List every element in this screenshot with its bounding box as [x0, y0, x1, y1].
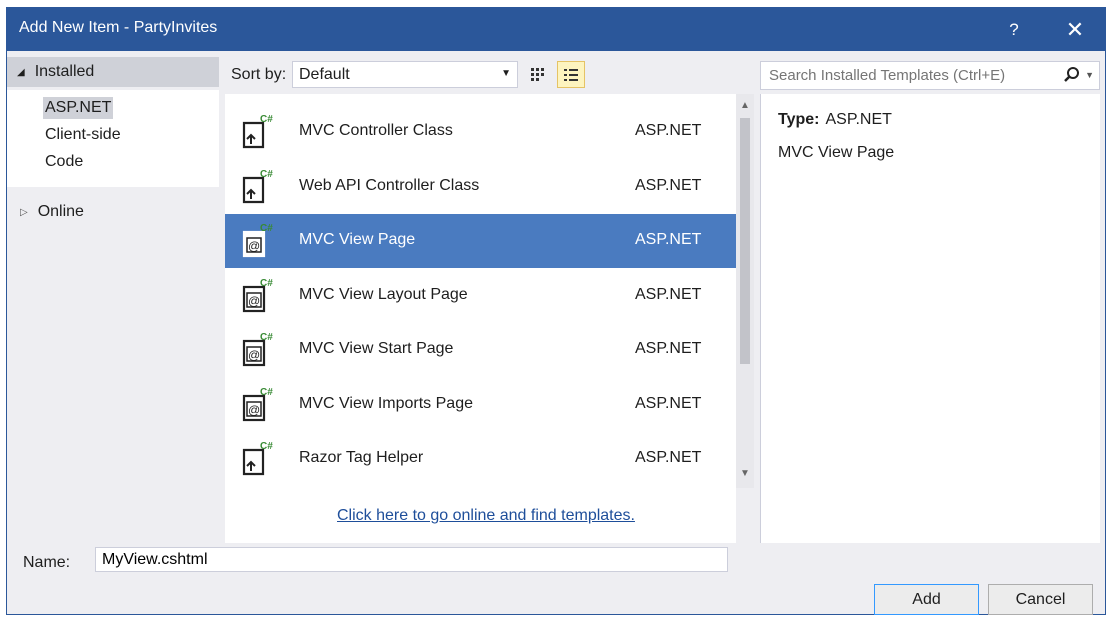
small-icons-view-button[interactable] — [524, 61, 552, 88]
template-type: Type: ASP.NET — [778, 111, 892, 129]
tree-node-online[interactable]: ▷ Online — [7, 199, 219, 225]
tree-item-code[interactable]: Code — [43, 151, 85, 173]
sort-by-label: Sort by: — [231, 66, 287, 83]
collapsed-arrow-icon[interactable]: ▷ — [20, 207, 28, 218]
controller-icon: C# — [237, 113, 277, 153]
template-row[interactable]: @ C# MVC View Imports Page ASP.NET — [225, 378, 736, 432]
tree-item-aspnet[interactable]: ASP.NET — [43, 97, 114, 119]
installed-children: ASP.NET Client-side Code — [7, 90, 219, 187]
svg-text:@: @ — [248, 294, 260, 308]
template-category: ASP.NET — [635, 285, 702, 303]
template-row[interactable]: @ C# MVC View Page ASP.NET — [225, 214, 736, 268]
template-category: ASP.NET — [635, 340, 702, 357]
scroll-down-arrow-icon[interactable]: ▼ — [740, 468, 750, 479]
close-button[interactable]: ✕ — [1055, 8, 1095, 51]
sort-by-value: Default — [299, 65, 350, 83]
scroll-thumb[interactable] — [740, 118, 750, 364]
type-label: Type: — [778, 111, 820, 128]
scroll-up-arrow-icon[interactable]: ▲ — [740, 100, 750, 111]
svg-text:C#: C# — [260, 278, 273, 289]
svg-text:C#: C# — [260, 223, 273, 234]
name-field[interactable] — [95, 547, 728, 572]
template-name: MVC View Page — [299, 231, 416, 248]
template-category: ASP.NET — [635, 231, 702, 248]
tree-node-installed[interactable]: ◢ Installed — [7, 57, 219, 87]
template-list: C# MVC Controller Class ASP.NET C# Web API C… — [225, 94, 736, 543]
template-name: MVC View Start Page — [299, 340, 454, 357]
grid-view-icon — [531, 67, 544, 81]
template-name: MVC Controller Class — [299, 122, 453, 139]
help-button[interactable]: ? — [994, 8, 1034, 51]
chevron-down-icon[interactable]: ▼ — [1085, 70, 1094, 80]
tree-item-client-side[interactable]: Client-side — [43, 124, 123, 146]
template-name: Web API Controller Class — [299, 176, 480, 194]
template-category: ASP.NET — [635, 394, 702, 412]
category-pane: ◢ Installed ASP.NET Client-side Code ▷ O… — [7, 51, 219, 544]
window-title: Add New Item - PartyInvites — [19, 19, 218, 36]
list-view-button[interactable] — [557, 61, 585, 88]
svg-text:@: @ — [248, 403, 260, 417]
svg-text:C#: C# — [260, 169, 273, 180]
cancel-button[interactable]: Cancel — [988, 584, 1093, 615]
razor-page-icon: @ C# — [237, 331, 277, 371]
template-row[interactable]: @ C# MVC View Layout Page ASP.NET — [225, 269, 736, 323]
razor-page-icon: @ C# — [237, 386, 277, 426]
add-button[interactable]: Add — [874, 584, 979, 615]
svg-text:C#: C# — [260, 332, 273, 343]
svg-text:@: @ — [248, 348, 260, 362]
svg-text:C#: C# — [260, 441, 273, 452]
template-row[interactable]: C# Web API Controller Class ASP.NET — [225, 160, 736, 214]
tree-node-label: Online — [37, 203, 84, 220]
search-input[interactable] — [767, 66, 1061, 85]
chevron-down-icon: ▼ — [501, 68, 511, 79]
search-icon[interactable] — [1063, 66, 1081, 84]
razor-page-icon: @ C# — [237, 277, 277, 317]
type-value: ASP.NET — [825, 111, 892, 128]
template-row[interactable]: @ C# MVC View Start Page ASP.NET — [225, 323, 736, 377]
template-category: ASP.NET — [635, 449, 702, 466]
svg-text:C#: C# — [260, 114, 273, 125]
expanded-arrow-icon[interactable]: ◢ — [17, 67, 25, 78]
template-category: ASP.NET — [635, 176, 702, 194]
template-category: ASP.NET — [635, 122, 702, 139]
tree-node-label: Installed — [34, 63, 95, 80]
name-label: Name: — [23, 554, 71, 571]
add-new-item-dialog: Add New Item - PartyInvites ? ✕ ◢ Instal… — [6, 7, 1106, 615]
svg-text:C#: C# — [260, 387, 273, 398]
controller-icon: C# — [237, 168, 277, 208]
template-name: MVC View Layout Page — [299, 285, 468, 303]
template-row[interactable]: C# MVC Controller Class ASP.NET — [225, 105, 736, 159]
title-bar: Add New Item - PartyInvites ? ✕ — [7, 8, 1105, 51]
template-row[interactable]: C# Razor Tag Helper ASP.NET — [225, 432, 736, 486]
template-description: MVC View Page — [778, 144, 895, 161]
find-templates-online-link[interactable]: Click here to go online and find templat… — [337, 507, 635, 525]
controller-icon: C# — [237, 440, 277, 480]
template-name: Razor Tag Helper — [299, 449, 424, 466]
razor-page-icon: @ C# — [237, 222, 277, 262]
template-list-scrollbar[interactable]: ▲ ▼ — [736, 94, 754, 488]
template-details-pane: Type: ASP.NET MVC View Page — [760, 94, 1100, 543]
svg-text:@: @ — [248, 239, 260, 253]
sort-by-dropdown[interactable]: Default ▼ — [292, 61, 518, 88]
search-installed-templates[interactable]: ▼ — [760, 61, 1100, 90]
list-view-icon — [564, 68, 578, 81]
template-name: MVC View Imports Page — [299, 394, 473, 412]
